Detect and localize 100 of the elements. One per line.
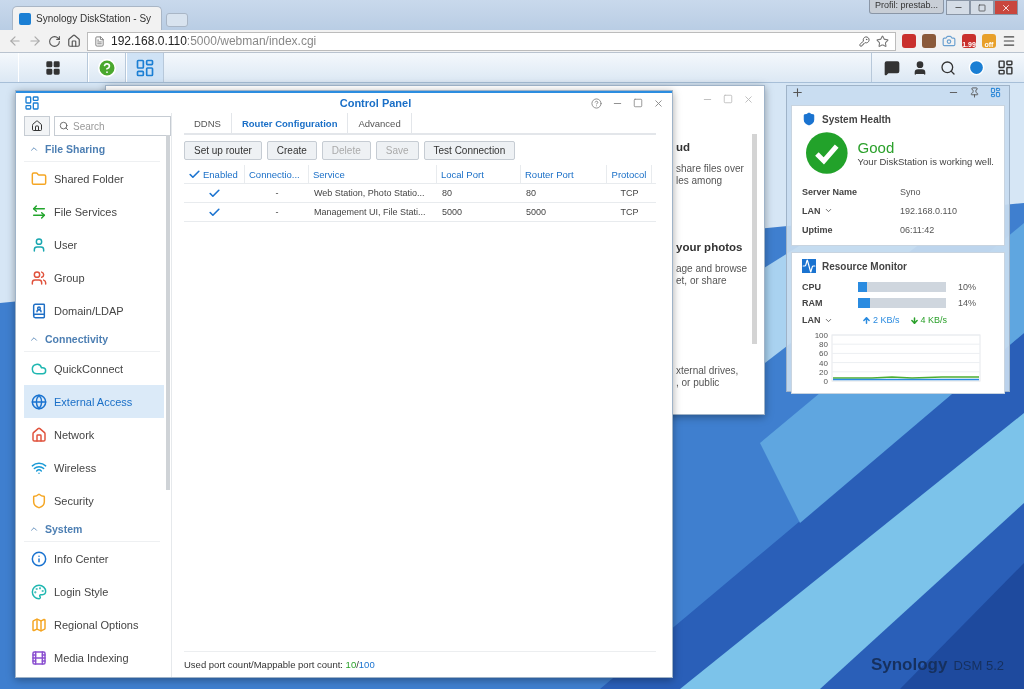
card-title: System Health bbox=[822, 113, 891, 125]
table-cell-text: 80 bbox=[525, 188, 537, 198]
globe-icon bbox=[31, 393, 47, 410]
sidebar-item[interactable]: Media Indexing bbox=[24, 641, 164, 674]
section-heading: ud bbox=[676, 141, 692, 153]
axis-tick-label: 80 bbox=[819, 340, 828, 350]
section-header[interactable]: File Sharing bbox=[24, 137, 160, 162]
axis-tick-label: 0 bbox=[823, 377, 828, 386]
sidebar-item[interactable]: Login Style bbox=[24, 575, 164, 608]
download-rate: 4 KB/s bbox=[920, 315, 948, 325]
checkbox-tick-icon[interactable] bbox=[208, 205, 221, 219]
brand-logo-text: Synology bbox=[870, 655, 948, 675]
search-field[interactable]: Search bbox=[54, 116, 171, 136]
table-cell-text: 80 bbox=[441, 188, 453, 198]
pulse-icon bbox=[802, 259, 816, 273]
add-icon[interactable] bbox=[791, 86, 804, 99]
minimize-button[interactable] bbox=[946, 0, 970, 15]
info-icon bbox=[31, 550, 47, 567]
sidebar-item[interactable]: Regional Options bbox=[24, 608, 164, 641]
table-cell-text: TCP bbox=[619, 188, 640, 198]
home-button[interactable] bbox=[24, 116, 50, 136]
card-title: Resource Monitor bbox=[822, 260, 907, 272]
sidebar-item[interactable]: Info Center bbox=[24, 542, 164, 575]
tab[interactable]: DDNS bbox=[184, 113, 232, 133]
download-icon bbox=[909, 315, 919, 325]
taskbar-app-button[interactable] bbox=[18, 53, 88, 82]
window-title: Control Panel bbox=[338, 97, 413, 109]
sidebar-item[interactable]: Network bbox=[24, 418, 164, 451]
sidebar-item[interactable]: Shared Folder bbox=[24, 162, 164, 195]
search-icon[interactable] bbox=[940, 59, 956, 76]
profile-button[interactable]: Profil: prestab... bbox=[868, 0, 944, 14]
forward-icon[interactable] bbox=[28, 34, 42, 48]
column-header[interactable]: Service bbox=[309, 165, 437, 183]
status-message: Your DiskStation is working well. bbox=[857, 156, 994, 167]
help-icon bbox=[97, 57, 117, 78]
upload-rate: 2 KB/s bbox=[873, 315, 900, 325]
reload-icon[interactable] bbox=[48, 34, 61, 48]
toolbar-button[interactable]: Create bbox=[266, 141, 317, 160]
help-icon[interactable] bbox=[591, 97, 602, 109]
toolbar-button[interactable]: Set up router bbox=[184, 141, 262, 160]
column-header[interactable]: Connectio... bbox=[245, 165, 309, 183]
sidebar-item[interactable]: Group bbox=[24, 261, 164, 294]
close-button[interactable] bbox=[994, 0, 1018, 15]
palette-icon bbox=[31, 583, 47, 600]
sidebar-item[interactable]: QuickConnect bbox=[24, 352, 164, 385]
camera-icon[interactable] bbox=[942, 34, 956, 48]
sidebar-item[interactable]: File Services bbox=[24, 195, 164, 228]
info-label: Uptime bbox=[802, 224, 834, 235]
back-icon[interactable] bbox=[8, 34, 22, 48]
table-cell-text: 5000 bbox=[441, 207, 464, 217]
film-reel-icon bbox=[31, 649, 47, 666]
version-text: DSM 5.2 bbox=[953, 658, 1004, 673]
sidebar-item[interactable]: External Access bbox=[24, 385, 164, 418]
user-icon bbox=[31, 236, 47, 253]
section-header[interactable]: Connectivity bbox=[24, 327, 160, 352]
lan-dropdown[interactable]: LAN bbox=[802, 315, 852, 325]
tab[interactable]: Advanced bbox=[348, 113, 412, 133]
toolbar-button[interactable]: Test Connection bbox=[423, 141, 516, 160]
address-field[interactable]: 192.168.0.110:5000/webman/index.cgi bbox=[87, 31, 896, 51]
home-icon[interactable] bbox=[67, 34, 81, 48]
checkbox-tick-icon[interactable] bbox=[208, 186, 221, 200]
star-icon[interactable] bbox=[876, 34, 889, 48]
checkbox-tick-icon[interactable] bbox=[188, 167, 201, 181]
widgets-icon[interactable] bbox=[997, 59, 1014, 76]
description-text: xternal drives, bbox=[676, 365, 740, 377]
close-icon[interactable] bbox=[653, 97, 664, 109]
menu-icon[interactable] bbox=[1002, 34, 1016, 48]
browser-tab[interactable]: Synology DiskStation - Sy bbox=[12, 6, 162, 30]
column-header[interactable]: Protocol bbox=[607, 165, 652, 183]
upload-icon bbox=[862, 315, 871, 325]
table-cell-text: 5000 bbox=[525, 207, 548, 217]
panel-icon bbox=[135, 57, 155, 78]
panel-icon[interactable] bbox=[990, 87, 1001, 98]
axis-tick-label: 40 bbox=[819, 358, 828, 368]
section-header[interactable]: System bbox=[24, 517, 160, 542]
sidebar-item[interactable]: User bbox=[24, 228, 164, 261]
contact-book-icon bbox=[31, 302, 47, 319]
key-icon[interactable] bbox=[859, 35, 870, 47]
lan-dropdown[interactable]: LAN bbox=[802, 205, 900, 216]
maximize-button[interactable] bbox=[970, 0, 994, 15]
column-header[interactable]: Local Port bbox=[437, 165, 521, 183]
column-header[interactable]: Enabled bbox=[184, 165, 245, 183]
table-cell-text: Web Station, Photo Statio... bbox=[313, 188, 426, 198]
table-cell-text: - bbox=[274, 188, 280, 198]
chat-icon[interactable] bbox=[884, 59, 900, 76]
maximize-icon[interactable] bbox=[633, 97, 643, 108]
sidebar-item[interactable]: Security bbox=[24, 484, 164, 517]
sidebar-item[interactable]: Wireless bbox=[24, 451, 164, 484]
section-title: System bbox=[45, 523, 83, 535]
check-circle-icon bbox=[806, 132, 848, 174]
meter-reading: 14% bbox=[958, 298, 977, 308]
description-text: , or public bbox=[676, 377, 721, 389]
table-cell-text: - bbox=[274, 207, 280, 217]
status-text: Good bbox=[857, 139, 896, 156]
pin-icon[interactable] bbox=[969, 87, 980, 98]
user-icon[interactable] bbox=[912, 59, 928, 76]
column-header[interactable]: Router Port bbox=[521, 165, 607, 183]
tab[interactable]: Router Configuration bbox=[231, 113, 349, 133]
sidebar-item[interactable]: Domain/LDAP bbox=[24, 294, 164, 327]
chevron-down-icon bbox=[823, 206, 833, 215]
